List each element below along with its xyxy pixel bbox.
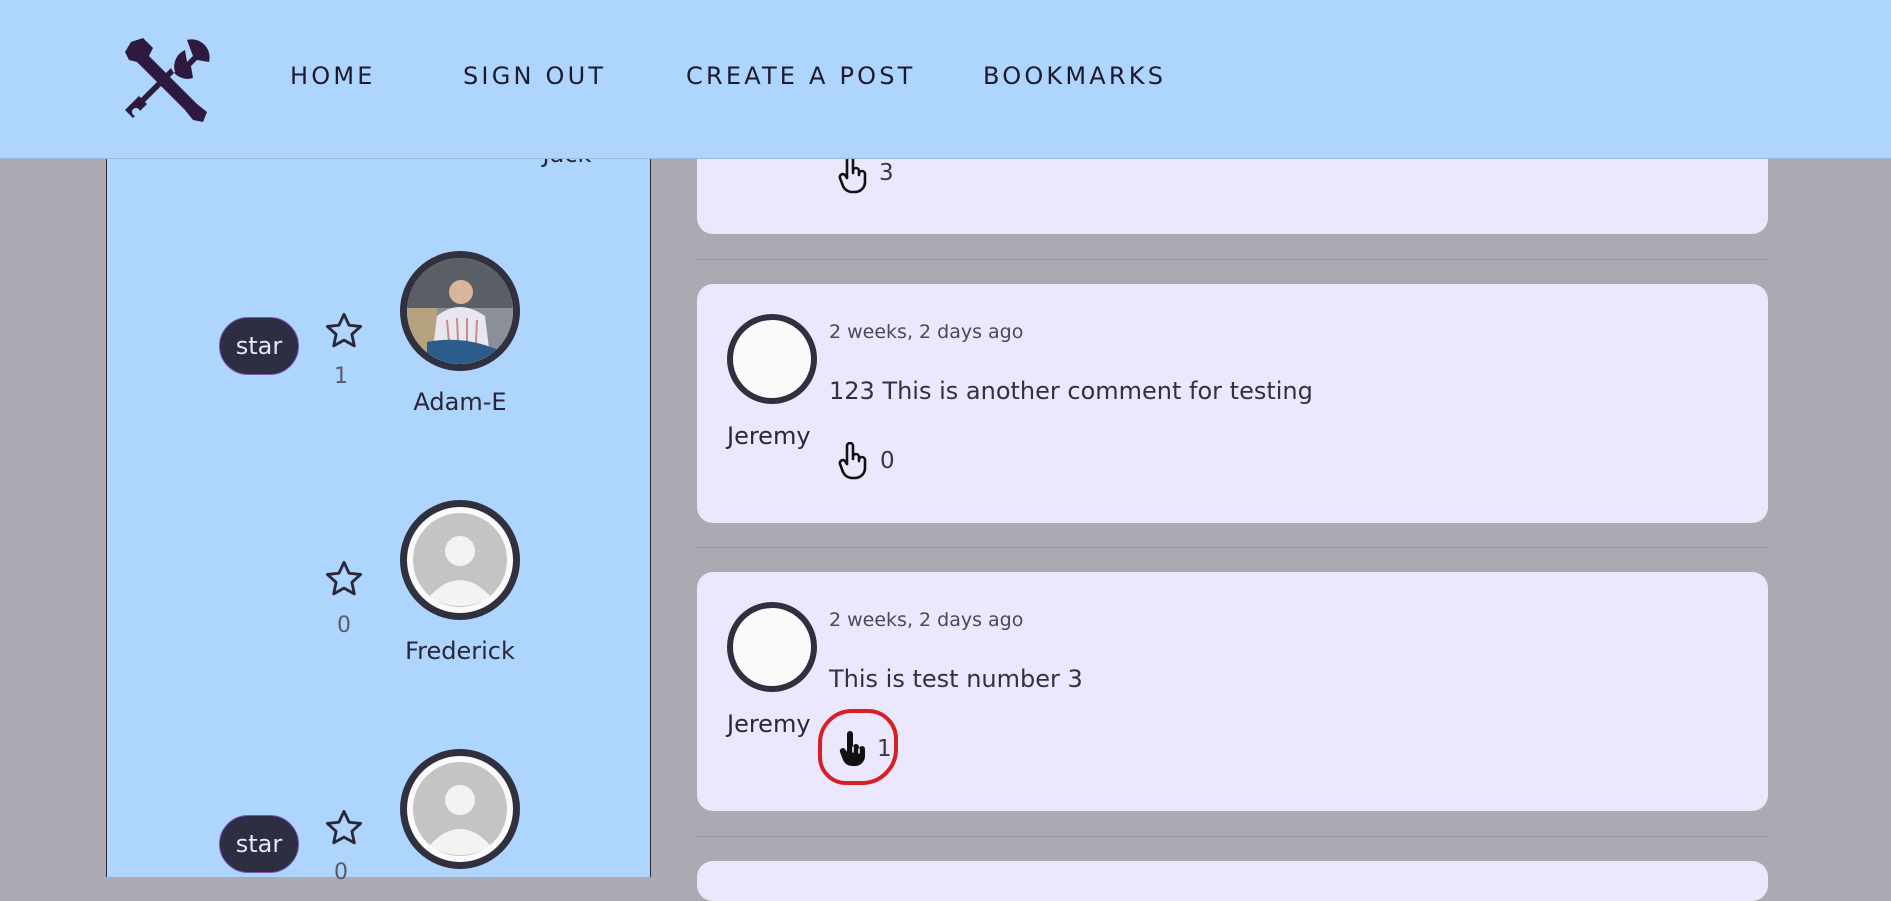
post-author[interactable]: Jeremy (727, 710, 811, 738)
avatar[interactable] (400, 749, 520, 869)
post-timestamp: 2 weeks, 2 days ago (829, 321, 1024, 343)
tools-logo-icon[interactable] (123, 36, 211, 124)
like-count: 1 (877, 736, 892, 762)
navbar: HOME SIGN OUT CREATE A POST BOOKMARKS (0, 0, 1891, 159)
avatar[interactable] (400, 251, 520, 371)
pointing-hand-filled-icon[interactable] (837, 730, 871, 768)
post-card: Jeremy 2 weeks, 2 days ago This is test … (697, 572, 1768, 811)
star-button[interactable]: star (219, 317, 299, 375)
nav-bookmarks-link[interactable]: BOOKMARKS (983, 62, 1166, 90)
user-photo (407, 258, 513, 364)
post-timestamp: 2 weeks, 2 days ago (829, 609, 1024, 631)
nav-home-link[interactable]: HOME (290, 62, 376, 90)
post-text: This is test number 3 (829, 665, 1083, 693)
avatar[interactable] (400, 500, 520, 620)
default-user-icon (413, 513, 507, 607)
divider (697, 259, 1768, 260)
post-author[interactable]: Jeremy (727, 422, 811, 450)
star-count: 0 (334, 860, 348, 885)
divider (697, 547, 1768, 548)
post-text: 123 This is another comment for testing (829, 377, 1313, 405)
like-count: 0 (880, 448, 895, 474)
star-button[interactable]: star (219, 815, 299, 873)
like-count: 3 (879, 160, 894, 186)
avatar[interactable] (727, 602, 817, 692)
pointing-hand-icon[interactable] (837, 442, 871, 480)
post-card (697, 861, 1768, 901)
avatar[interactable] (727, 314, 817, 404)
star-icon[interactable] (323, 807, 365, 849)
star-count: 0 (337, 613, 351, 638)
user-name[interactable]: Frederick (360, 637, 560, 665)
star-icon[interactable] (323, 558, 365, 600)
nav-create-post-link[interactable]: CREATE A POST (686, 62, 916, 90)
user-name[interactable]: Adam-E (360, 388, 560, 416)
star-count: 1 (334, 364, 348, 389)
nav-sign-out-link[interactable]: SIGN OUT (463, 62, 606, 90)
star-icon[interactable] (323, 310, 365, 352)
pointing-hand-icon[interactable] (837, 156, 871, 194)
default-user-icon (413, 762, 507, 856)
divider (697, 836, 1768, 837)
post-card: Jeremy 2 weeks, 2 days ago 123 This is a… (697, 284, 1768, 523)
